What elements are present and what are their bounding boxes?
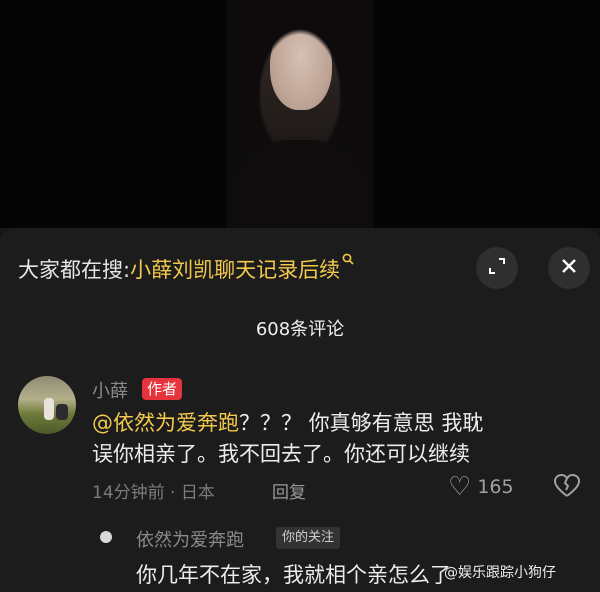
broken-heart-icon[interactable] <box>553 473 581 503</box>
close-icon <box>559 254 579 282</box>
following-badge: 你的关注 <box>276 527 341 549</box>
expand-icon <box>487 256 507 280</box>
watermark: @娱乐跟踪小狗仔 <box>444 565 556 581</box>
reply-text: 你几年不在家，我就相个亲怎么了 <box>136 563 451 587</box>
author-badge: 作者 <box>142 378 183 400</box>
comment-count: 608条评论 <box>255 319 345 340</box>
reply-author[interactable]: 依然为爱奔跑 <box>136 526 244 552</box>
search-icon <box>342 253 354 269</box>
comment-text: @依然为爱奔跑？？？ 你真够有意思 我耽 误你相亲了。我不回去了。你还可以继续 <box>92 408 572 470</box>
avatar[interactable] <box>18 376 76 434</box>
reply-avatar[interactable] <box>100 531 112 543</box>
mention-link[interactable]: @依然为爱奔跑 <box>92 411 239 435</box>
expand-button[interactable] <box>476 247 518 289</box>
video-frame <box>226 0 374 228</box>
search-prefix: 大家都在搜: <box>18 258 131 282</box>
like-button[interactable]: ♡ 165 <box>448 474 514 500</box>
heart-icon: ♡ <box>448 472 472 502</box>
comment-text-line1: ？？？ 你真够有意思 我耽 <box>239 411 484 435</box>
comment-meta: 14分钟前 · 日本 <box>92 483 215 503</box>
avatar-figure <box>44 398 54 420</box>
comment-author[interactable]: 小薛 <box>92 377 128 403</box>
video-player[interactable] <box>0 0 600 228</box>
search-query-link[interactable]: 小薛刘凯聊天记录后续 <box>130 254 340 284</box>
like-count: 165 <box>477 476 514 498</box>
close-button[interactable] <box>548 247 590 289</box>
search-suggestion[interactable]: 大家都在搜: 小薛刘凯聊天记录后续 <box>18 253 354 284</box>
avatar-figure <box>56 404 68 420</box>
reply-button[interactable]: 回复 <box>272 478 306 503</box>
comment-text-line2: 误你相亲了。我不回去了。你还可以继续 <box>92 442 470 466</box>
